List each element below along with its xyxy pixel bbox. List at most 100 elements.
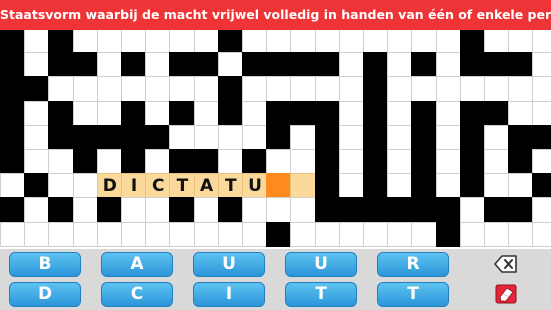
grid-cell[interactable] — [532, 100, 551, 126]
grid-cell[interactable] — [24, 52, 50, 78]
grid-cell[interactable] — [217, 124, 243, 150]
grid-cell[interactable] — [121, 197, 147, 223]
grid-cell[interactable] — [242, 100, 268, 126]
grid-cell[interactable] — [435, 76, 461, 102]
grid-cell[interactable] — [72, 221, 98, 247]
grid-cell[interactable] — [121, 221, 147, 247]
grid-cell[interactable] — [24, 124, 50, 150]
grid-cell[interactable] — [484, 76, 510, 102]
grid-cell[interactable] — [145, 30, 171, 54]
grid-cell[interactable] — [435, 52, 461, 78]
grid-cell[interactable] — [72, 197, 98, 223]
grid-cell[interactable] — [435, 30, 461, 54]
grid-cell[interactable] — [193, 124, 219, 150]
grid-cell[interactable] — [193, 197, 219, 223]
grid-cell[interactable] — [484, 149, 510, 175]
grid-cell[interactable] — [217, 221, 243, 247]
grid-cell[interactable] — [96, 52, 122, 78]
grid-cell[interactable]: U — [242, 173, 268, 199]
grid-cell[interactable] — [72, 30, 98, 54]
grid-cell[interactable] — [24, 149, 50, 175]
grid-cell[interactable] — [363, 221, 389, 247]
grid-cell[interactable] — [217, 52, 243, 78]
grid-cell[interactable] — [96, 149, 122, 175]
grid-cell[interactable] — [169, 76, 195, 102]
grid-cell[interactable] — [314, 76, 340, 102]
grid-cell[interactable] — [290, 76, 316, 102]
grid-cell[interactable] — [266, 149, 292, 175]
grid-cell[interactable] — [387, 100, 413, 126]
grid-cell[interactable] — [314, 30, 340, 54]
grid-cell[interactable] — [24, 197, 50, 223]
grid-cell[interactable] — [411, 221, 437, 247]
grid-cell[interactable] — [266, 197, 292, 223]
grid-cell[interactable] — [145, 197, 171, 223]
grid-cell[interactable] — [145, 100, 171, 126]
grid-cell[interactable] — [96, 76, 122, 102]
grid-cell[interactable] — [266, 30, 292, 54]
grid-cell[interactable] — [411, 76, 437, 102]
grid-cell[interactable] — [532, 76, 551, 102]
grid-cell[interactable] — [169, 30, 195, 54]
grid-cell[interactable] — [121, 30, 147, 54]
grid-cell[interactable] — [387, 149, 413, 175]
letter-key[interactable]: U — [193, 252, 265, 277]
grid-cell[interactable] — [338, 124, 364, 150]
grid-cell[interactable] — [290, 221, 316, 247]
grid-cell[interactable] — [484, 221, 510, 247]
letter-key[interactable]: R — [377, 252, 449, 277]
eraser-icon[interactable] — [494, 283, 518, 305]
grid-cell[interactable] — [145, 149, 171, 175]
grid-cell[interactable] — [48, 173, 74, 199]
grid-cell[interactable] — [387, 221, 413, 247]
grid-cell[interactable] — [387, 124, 413, 150]
grid-cell[interactable] — [532, 221, 551, 247]
grid-cell[interactable] — [72, 173, 98, 199]
grid-cell[interactable] — [338, 76, 364, 102]
letter-key[interactable]: D — [9, 282, 81, 307]
grid-cell[interactable] — [338, 30, 364, 54]
grid-cell[interactable] — [532, 149, 551, 175]
grid-cell[interactable] — [435, 100, 461, 126]
grid-cell[interactable] — [508, 221, 534, 247]
grid-cell[interactable] — [314, 221, 340, 247]
grid-cell[interactable] — [242, 30, 268, 54]
grid-cell[interactable] — [290, 173, 316, 199]
grid-cell[interactable] — [217, 149, 243, 175]
letter-key[interactable]: A — [101, 252, 173, 277]
grid-cell[interactable] — [48, 149, 74, 175]
grid-cell[interactable] — [0, 221, 26, 247]
grid-cell[interactable]: T — [217, 173, 243, 199]
grid-cell[interactable] — [435, 124, 461, 150]
grid-cell[interactable] — [387, 52, 413, 78]
letter-key[interactable]: T — [285, 282, 357, 307]
grid-cell[interactable] — [532, 30, 551, 54]
grid-cell[interactable] — [242, 197, 268, 223]
grid-cell[interactable] — [484, 30, 510, 54]
grid-cell[interactable] — [193, 76, 219, 102]
grid-cell[interactable]: A — [193, 173, 219, 199]
grid-cell[interactable] — [72, 76, 98, 102]
grid-cell[interactable] — [338, 221, 364, 247]
grid-cell[interactable] — [24, 221, 50, 247]
grid-cell[interactable] — [484, 124, 510, 150]
grid-cell[interactable]: T — [169, 173, 195, 199]
grid-cell[interactable] — [484, 173, 510, 199]
grid-cell[interactable] — [387, 76, 413, 102]
grid-cell[interactable] — [532, 197, 551, 223]
grid-cell[interactable] — [242, 124, 268, 150]
grid-cell[interactable] — [24, 100, 50, 126]
grid-cell[interactable] — [145, 221, 171, 247]
grid-cell[interactable] — [290, 124, 316, 150]
grid-cell[interactable] — [435, 149, 461, 175]
grid-cell[interactable] — [48, 221, 74, 247]
grid-cell[interactable] — [459, 76, 485, 102]
crossword-grid[interactable]: DICTATU — [0, 30, 551, 249]
grid-cell[interactable] — [145, 52, 171, 78]
grid-cell[interactable] — [193, 100, 219, 126]
letter-key[interactable]: I — [193, 282, 265, 307]
grid-cell[interactable] — [338, 100, 364, 126]
grid-cell[interactable] — [169, 124, 195, 150]
grid-cell[interactable] — [411, 30, 437, 54]
grid-cell[interactable] — [96, 30, 122, 54]
